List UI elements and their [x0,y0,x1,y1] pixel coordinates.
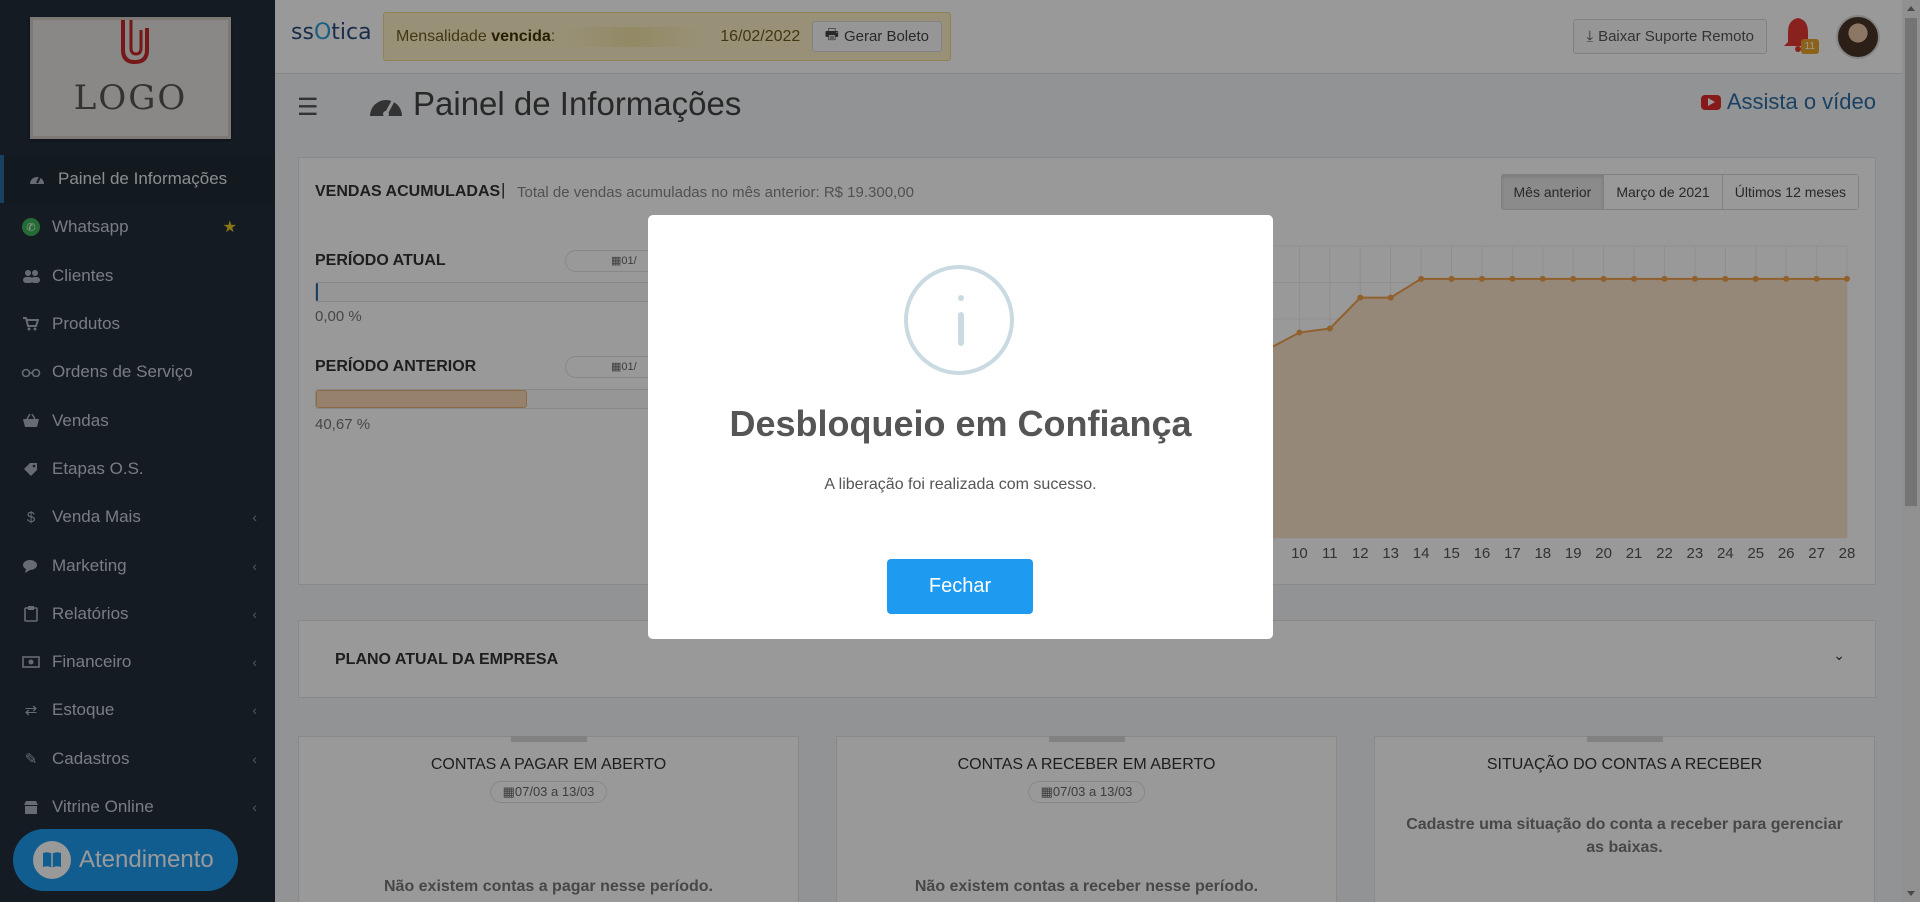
modal-title: Desbloqueio em Confiança [729,403,1192,444]
modal-message: A liberação foi realizada com sucesso. [824,476,1097,493]
unlock-modal: Desbloqueio em Confiança A liberação foi… [648,215,1273,639]
info-icon [904,265,1014,375]
close-button[interactable]: Fechar [887,559,1033,614]
